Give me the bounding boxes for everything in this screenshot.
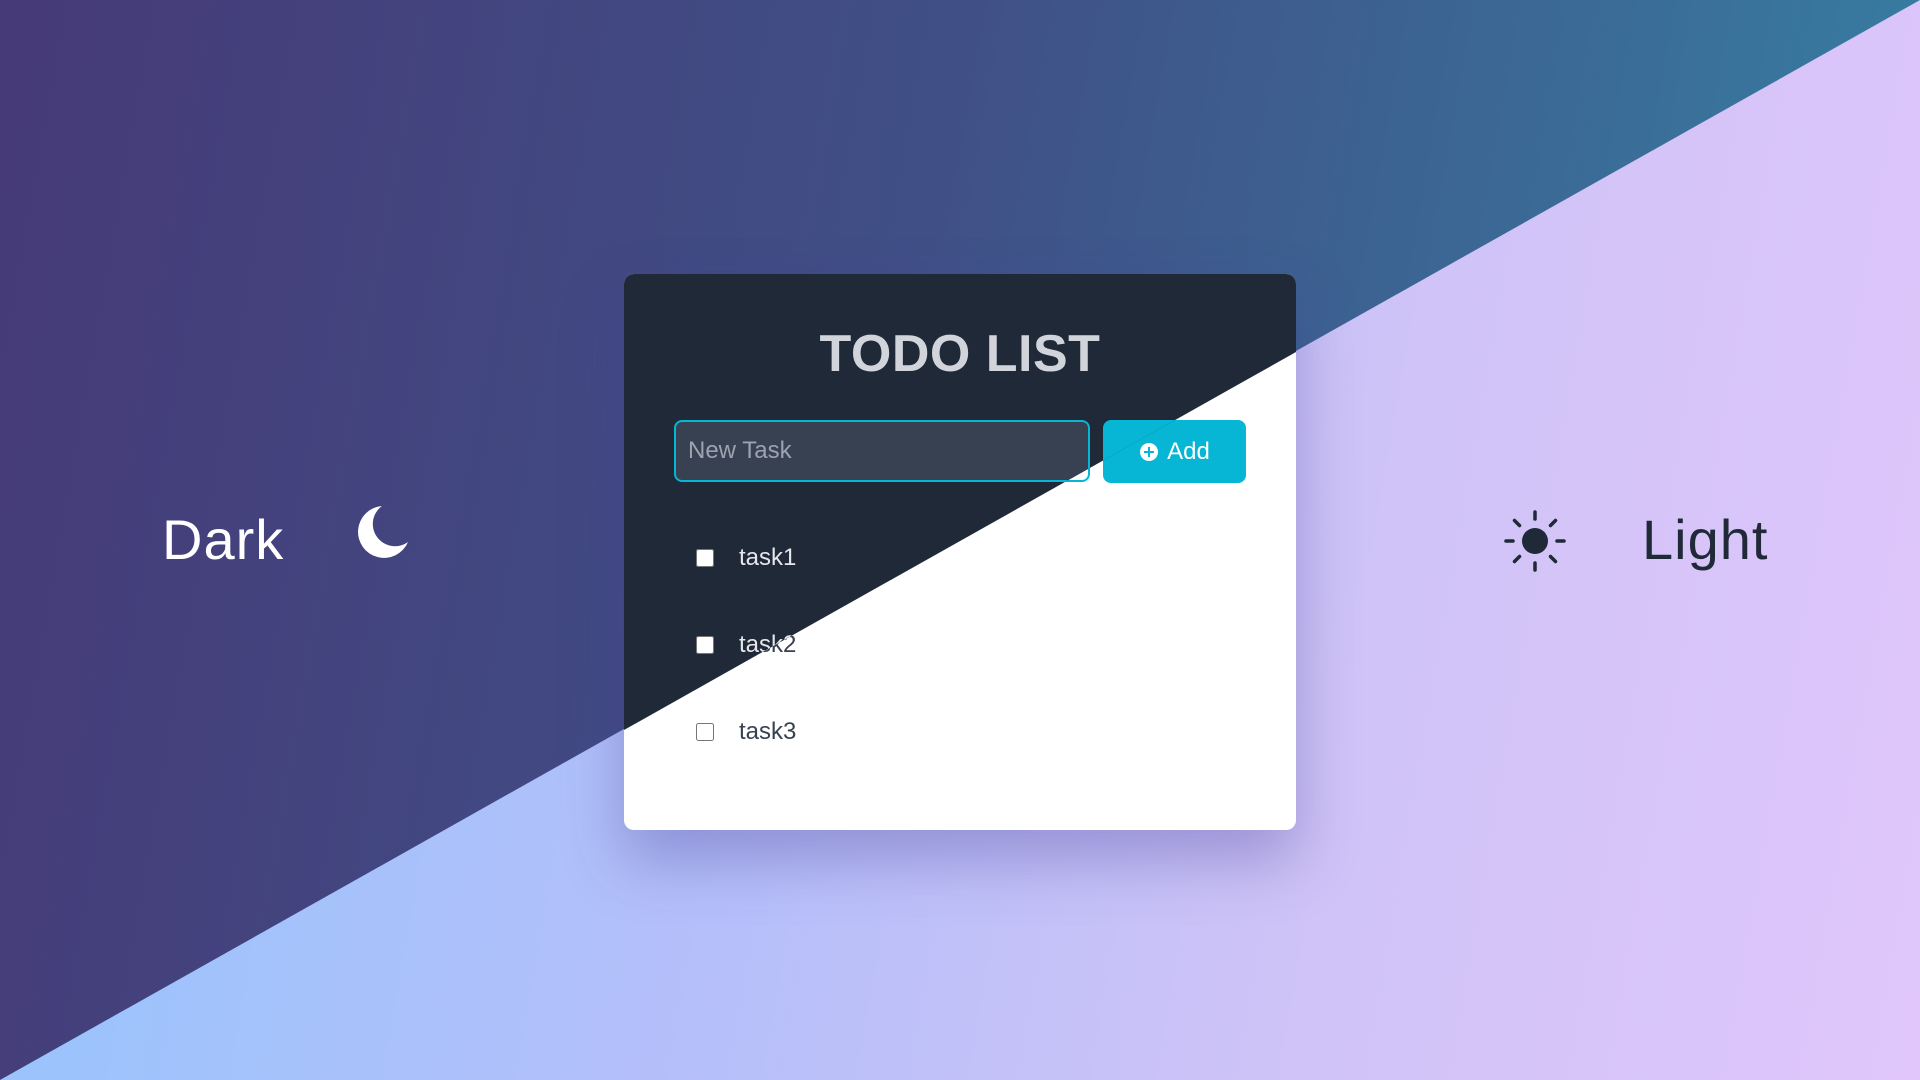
task-item: task3 — [696, 719, 796, 806]
sun-icon — [1504, 510, 1566, 572]
light-mode-label: Light — [1642, 508, 1769, 571]
task-label: task3 — [739, 718, 797, 745]
task-checkbox[interactable] — [696, 636, 714, 654]
task-checkbox[interactable] — [696, 549, 714, 567]
dark-mode-label: Dark — [162, 508, 285, 571]
new-task-input[interactable] — [674, 420, 1090, 482]
task-label: task1 — [739, 544, 797, 571]
add-button-label: Add — [1167, 437, 1210, 465]
moon-icon — [358, 506, 408, 558]
task-checkbox[interactable] — [696, 723, 714, 741]
task-item: task1 — [696, 545, 796, 632]
plus-circle-icon — [1140, 442, 1159, 461]
card-title: TODO LIST — [819, 325, 1101, 383]
todo-card: TODO LIST Add task1 task2 — [624, 274, 1296, 830]
